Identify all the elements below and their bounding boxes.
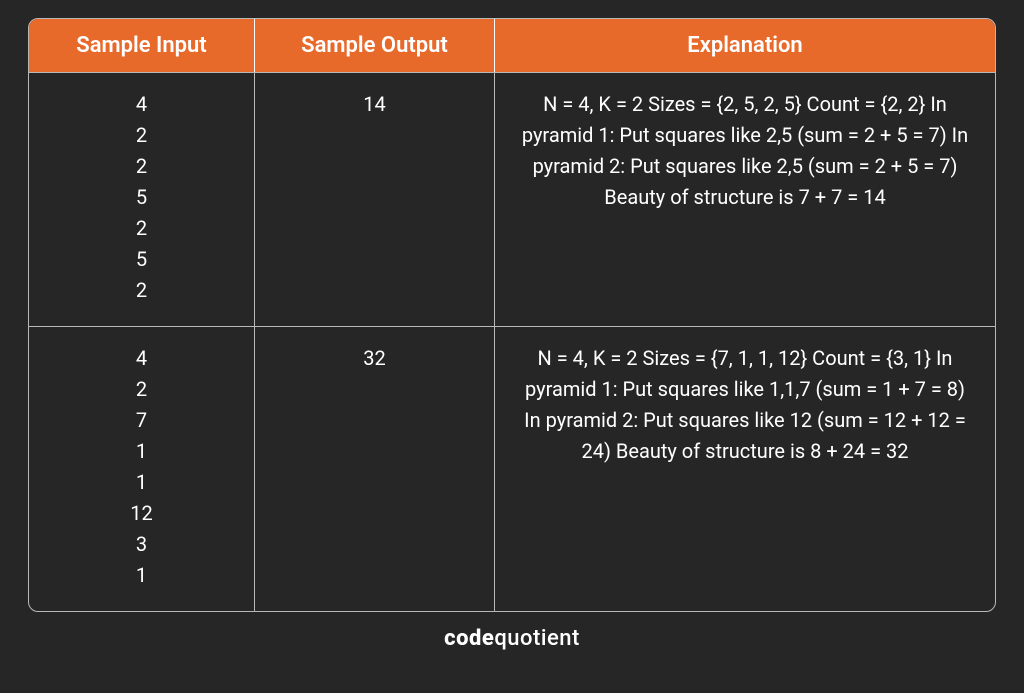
table-row: 4 2 2 5 2 5 2 14 N = 4, K = 2 Sizes = {2… (29, 72, 995, 326)
cell-sample-output: 14 (254, 72, 494, 326)
sample-table: Sample Input Sample Output Explanation 4… (28, 18, 996, 612)
cell-sample-input: 4 2 2 5 2 5 2 (29, 72, 254, 326)
cell-explanation: N = 4, K = 2 Sizes = {2, 5, 2, 5} Count … (494, 72, 995, 326)
brand-footer: codequotient (444, 626, 580, 651)
cell-sample-input: 4 2 7 1 1 12 3 1 (29, 326, 254, 611)
cell-explanation: N = 4, K = 2 Sizes = {7, 1, 1, 12} Count… (494, 326, 995, 611)
brand-code: code (444, 626, 494, 651)
table-row: 4 2 7 1 1 12 3 1 32 N = 4, K = 2 Sizes =… (29, 326, 995, 611)
table-header-row: Sample Input Sample Output Explanation (29, 19, 995, 72)
header-sample-output: Sample Output (254, 19, 494, 72)
header-explanation: Explanation (494, 19, 995, 72)
header-sample-input: Sample Input (29, 19, 254, 72)
brand-quotient: quotient (494, 626, 579, 651)
cell-sample-output: 32 (254, 326, 494, 611)
